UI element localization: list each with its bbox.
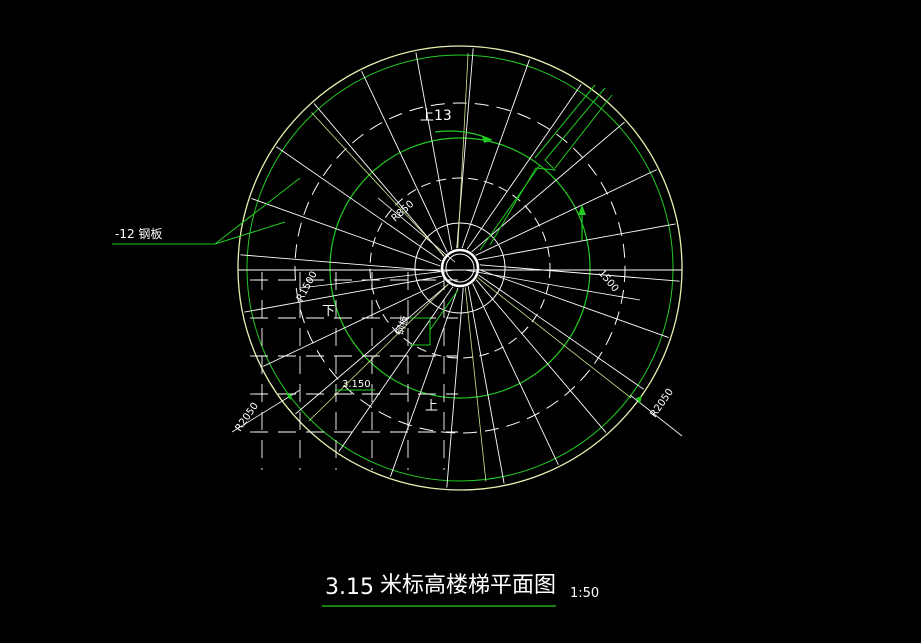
- title-number: 3.15: [325, 575, 374, 600]
- label-up-top: 上13: [420, 108, 452, 124]
- stair-plan-drawing: 上13 下 上 -12 钢板 R850 R1500 1500 R2050 R20…: [0, 0, 921, 643]
- title-scale: 1:50: [570, 586, 599, 601]
- title-name: 米标高楼梯平面图: [380, 573, 556, 598]
- label-up-bottom: 上: [425, 399, 438, 414]
- label-elevation: 3.150: [342, 379, 371, 390]
- label-steel-plate: -12 钢板: [115, 227, 162, 241]
- label-down: 下: [322, 304, 335, 319]
